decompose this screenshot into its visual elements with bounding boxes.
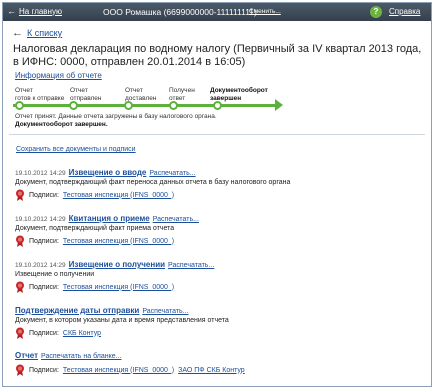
- doc-date: 19.10.2012 14:29: [15, 216, 66, 223]
- organization-name: ООО Ромашка (6699000000-111111111): [103, 7, 257, 17]
- step-finished: Документооборот завершен: [210, 87, 268, 102]
- doc-title-link[interactable]: Извещение о вводе: [69, 168, 147, 177]
- step-ready: Отчет готов к отправке: [15, 87, 64, 102]
- back-arrow-icon: ←: [7, 6, 16, 16]
- back-to-list-label[interactable]: К списку: [27, 28, 62, 38]
- signatures-label: Подписи:: [29, 283, 59, 291]
- help-icon[interactable]: ?: [370, 6, 382, 18]
- progress-dot: [15, 101, 24, 110]
- signer-link[interactable]: Тестовая инспекция (IFNS_0000_): [63, 238, 174, 245]
- seal-icon: [16, 189, 24, 201]
- progress-arrow-icon: [275, 99, 283, 111]
- signer-link[interactable]: ЗАО ПФ СКБ Контур: [178, 367, 245, 374]
- print-link[interactable]: Распечатать...: [149, 170, 195, 177]
- document-entry-report: Отчет Распечатать на бланке... Подписи: …: [15, 351, 245, 376]
- signatures-label: Подписи:: [29, 366, 59, 374]
- seal-icon: [16, 235, 24, 247]
- step-answer-line1: Получен: [169, 87, 195, 94]
- report-info-link[interactable]: Информация об отчете: [15, 71, 102, 80]
- step-ready-line2: готов к отправке: [15, 94, 65, 102]
- signatures-label: Подписи:: [29, 237, 59, 245]
- left-arrow-icon: ←: [12, 27, 23, 39]
- print-link[interactable]: Распечатать...: [168, 262, 214, 269]
- signer-link[interactable]: Тестовая инспекция (IFNS_0000_): [63, 284, 174, 291]
- doc-title-link[interactable]: Подтверждение даты отправки: [15, 306, 139, 315]
- doc-title-link[interactable]: Отчет: [15, 351, 38, 360]
- step-ready-line1: Отчет: [15, 87, 33, 94]
- save-all-docs-link[interactable]: Сохранить все документы и подписи: [16, 146, 136, 153]
- help-link[interactable]: Справка: [389, 7, 420, 16]
- signatures-label: Подписи:: [29, 329, 59, 337]
- progress-dot: [69, 101, 78, 110]
- progress-track: [13, 104, 279, 107]
- signer-link[interactable]: Тестовая инспекция (IFNS_0000_): [63, 192, 174, 199]
- step-sent: Отчет отправлен: [70, 87, 102, 102]
- home-link-label[interactable]: На главную: [19, 7, 62, 16]
- print-link[interactable]: Распечатать...: [142, 308, 188, 315]
- change-org-link[interactable]: Сменить...: [249, 8, 281, 15]
- step-finished-line1: Документооборот: [210, 87, 268, 94]
- step-delivered-line1: Отчет: [125, 87, 143, 94]
- doc-title-link[interactable]: Извещение о получении: [69, 260, 165, 269]
- status-finished-text: Документооборот завершен.: [15, 121, 108, 128]
- doc-description: Документ, подтверждающий факт приема отч…: [15, 225, 175, 232]
- print-link[interactable]: Распечатать...: [153, 216, 199, 223]
- page-title: Налоговая декларация по водному налогу (…: [13, 43, 422, 68]
- seal-icon: [16, 364, 24, 376]
- back-to-list-link[interactable]: ← К списку: [12, 27, 62, 39]
- print-form-link[interactable]: Распечатать на бланке...: [41, 353, 121, 360]
- progress-dot: [169, 101, 178, 110]
- status-text: Отчет принят. Данные отчета загружены в …: [15, 113, 217, 120]
- doc-title-link[interactable]: Квитанция о приеме: [69, 214, 150, 223]
- signatures-label: Подписи:: [29, 191, 59, 199]
- doc-description: Документ, в котором указаны дата и время…: [15, 317, 229, 324]
- top-bar: ← На главную ООО Ромашка (6699000000-111…: [3, 3, 431, 21]
- progress-dot: [213, 101, 222, 110]
- home-link[interactable]: ← На главную: [7, 6, 62, 16]
- step-delivered: Отчет доставлен: [125, 87, 156, 102]
- progress-dot: [124, 101, 133, 110]
- document-entry-input-notice: 19.10.2012 14:29 Извещение о вводе Распе…: [15, 168, 290, 201]
- step-answer: Получен ответ: [169, 87, 195, 102]
- doc-date: 19.10.2012 14:29: [15, 262, 66, 269]
- signer-link[interactable]: СКБ Контур: [63, 330, 101, 337]
- seal-icon: [16, 281, 24, 293]
- document-entry-receipt-notice: 19.10.2012 14:29 Извещение о получении Р…: [15, 260, 214, 293]
- divider: [9, 134, 425, 135]
- document-entry-receipt: 19.10.2012 14:29 Квитанция о приеме Расп…: [15, 214, 199, 247]
- document-entry-send-date: Подтверждение даты отправки Распечатать.…: [15, 306, 229, 339]
- doc-description: Документ, подтверждающий факт переноса д…: [15, 179, 291, 186]
- doc-date: 19.10.2012 14:29: [15, 170, 66, 177]
- signer-link[interactable]: Тестовая инспекция (IFNS_0000_): [63, 367, 174, 374]
- doc-description: Извещение о получении: [15, 271, 95, 278]
- seal-icon: [16, 327, 24, 339]
- report-window: ← На главную ООО Ромашка (6699000000-111…: [2, 2, 432, 387]
- step-sent-line1: Отчет: [70, 87, 88, 94]
